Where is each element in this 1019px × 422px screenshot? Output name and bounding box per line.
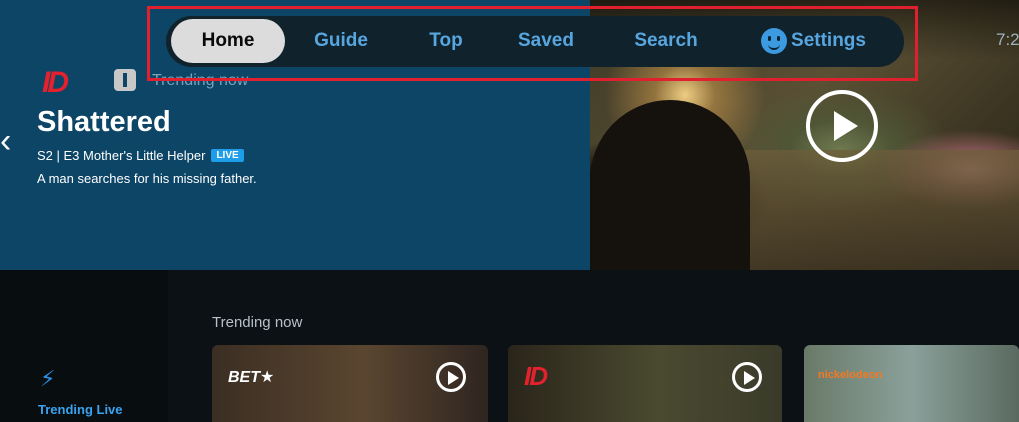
chevron-left-icon[interactable]: ‹	[0, 122, 11, 161]
hero-description: A man searches for his missing father.	[37, 171, 257, 186]
nav-highlight-box	[147, 6, 918, 81]
lightning-bolt-icon: ⚡	[40, 366, 56, 391]
video-scene-sofa	[720, 150, 1019, 270]
hero-title: Shattered	[37, 106, 171, 138]
sidebar-item-trending-live[interactable]: Trending Live	[38, 402, 123, 417]
id-channel-logo: ID	[42, 66, 69, 99]
content-card-nickelodeon[interactable]: nickelodeon	[804, 345, 1019, 422]
hero-episode: S2 | E3 Mother's Little Helper LIVE	[37, 148, 244, 163]
play-icon[interactable]	[732, 362, 762, 392]
play-icon[interactable]	[436, 362, 466, 392]
clock: 7:2	[996, 30, 1019, 49]
hero-play-icon[interactable]	[806, 90, 878, 162]
live-badge: LIVE	[211, 149, 244, 162]
section-title: Trending now	[212, 314, 303, 331]
card-logo: nickelodeon	[818, 369, 883, 381]
sidebar	[0, 270, 168, 422]
content-card-id[interactable]: ID	[508, 345, 782, 422]
content-card-bet[interactable]: BET★	[212, 345, 488, 422]
card-logo: BET★	[228, 369, 275, 386]
card-logo: ID	[524, 361, 548, 391]
gi-logo-icon	[114, 69, 136, 91]
episode-label: S2 | E3 Mother's Little Helper	[37, 148, 206, 163]
video-scene-person	[590, 100, 750, 270]
